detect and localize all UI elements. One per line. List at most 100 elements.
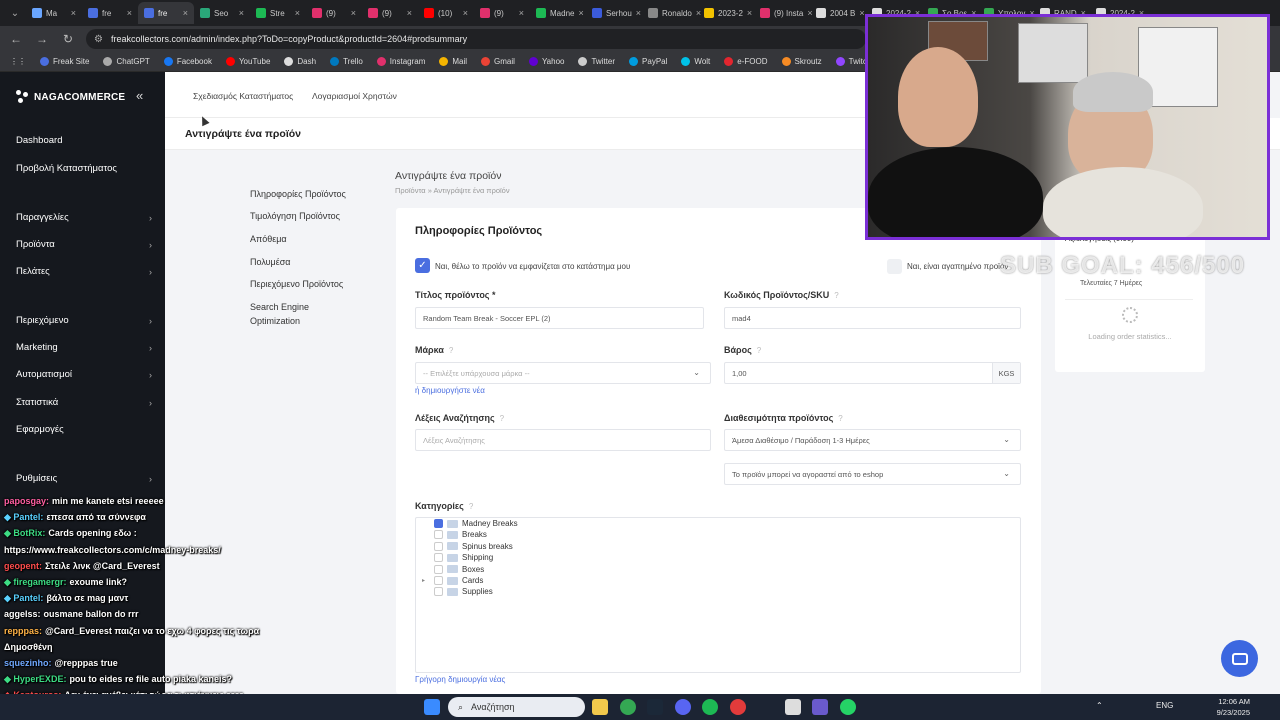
sidebar-item[interactable]: Marketing › bbox=[16, 342, 152, 353]
help-icon[interactable]: ? bbox=[500, 414, 504, 423]
sku-input[interactable]: mad4 bbox=[724, 307, 1021, 329]
obs-icon[interactable] bbox=[812, 699, 828, 715]
category-tree-item[interactable]: Supplies bbox=[422, 587, 493, 597]
create-brand-link[interactable]: ή δημιουργήστε νέα bbox=[415, 386, 485, 395]
sidebar-item[interactable]: Προβολή Καταστήματος bbox=[16, 163, 152, 174]
close-tab-icon[interactable]: × bbox=[578, 8, 583, 18]
browser-tab[interactable]: Serhou × bbox=[586, 2, 642, 24]
sidebar-item[interactable]: Περιεχόμενο › bbox=[16, 315, 152, 326]
back-icon[interactable]: ← bbox=[8, 32, 24, 46]
subnav-media[interactable]: Πολυμέσα bbox=[250, 255, 360, 269]
browser-tab[interactable]: (10) × bbox=[418, 2, 474, 24]
category-tree-item[interactable]: Breaks bbox=[422, 530, 487, 540]
favorite-checkbox[interactable] bbox=[887, 259, 902, 274]
sidebar-item[interactable]: Ρυθμίσεις › bbox=[16, 473, 152, 484]
file-explorer-icon[interactable] bbox=[592, 699, 608, 715]
close-tab-icon[interactable]: × bbox=[351, 8, 356, 18]
close-tab-icon[interactable]: × bbox=[407, 8, 412, 18]
subnav-pricing[interactable]: Τιμολόγηση Προϊόντος bbox=[250, 209, 360, 223]
brand-select[interactable]: -- Επιλέξτε υπάρχουσα μάρκα -- ⌄ bbox=[415, 362, 711, 384]
brand-logo[interactable]: NAGACOMMERCE bbox=[16, 90, 125, 104]
close-tab-icon[interactable]: × bbox=[747, 8, 752, 18]
close-tab-icon[interactable]: × bbox=[71, 8, 76, 18]
bookmark-item[interactable]: Dash bbox=[284, 57, 316, 66]
bookmark-item[interactable]: ChatGPT bbox=[103, 57, 150, 66]
apps-grid-icon[interactable]: ⋮⋮ bbox=[10, 57, 26, 66]
help-icon[interactable]: ? bbox=[834, 291, 838, 300]
windows-start-icon[interactable] bbox=[424, 699, 440, 715]
category-checkbox[interactable] bbox=[434, 576, 443, 585]
sidebar-item[interactable]: Πελάτες › bbox=[16, 266, 152, 277]
bookmark-item[interactable]: e-FOOD bbox=[724, 57, 768, 66]
site-info-icon[interactable]: ⚙ bbox=[94, 34, 103, 45]
browser-tab[interactable]: 2023-2 × bbox=[698, 2, 754, 24]
tray-chevron-icon[interactable]: ⌃ bbox=[1096, 701, 1103, 710]
bookmark-item[interactable]: Wolt bbox=[681, 57, 710, 66]
category-checkbox[interactable] bbox=[434, 564, 443, 574]
sidebar-item[interactable]: Dashboard bbox=[16, 135, 152, 146]
bookmark-item[interactable]: PayPal bbox=[629, 57, 667, 66]
browser-tab[interactable]: Madne × bbox=[530, 2, 586, 24]
topnav-user-accounts[interactable]: Λογαριασμοί Χρηστών bbox=[312, 91, 397, 101]
category-checkbox[interactable] bbox=[434, 587, 443, 597]
category-tree-item[interactable]: Spinus breaks bbox=[422, 541, 513, 551]
bookmark-item[interactable]: Mail bbox=[439, 57, 467, 66]
sidebar-item[interactable]: Παραγγελίες › bbox=[16, 212, 152, 223]
browser-tab[interactable]: fre × bbox=[138, 2, 194, 24]
taskbar-search[interactable]: ⌕ Αναζήτηση bbox=[448, 697, 585, 717]
browser-tab[interactable]: Ma × bbox=[26, 2, 82, 24]
category-checkbox[interactable] bbox=[434, 541, 443, 551]
app-icon[interactable] bbox=[730, 699, 746, 715]
bookmark-item[interactable]: Skroutz bbox=[781, 57, 822, 66]
browser-tab[interactable]: fre × bbox=[82, 2, 138, 24]
help-icon[interactable]: ? bbox=[469, 502, 473, 511]
bookmark-item[interactable]: Gmail bbox=[481, 57, 515, 66]
keywords-input[interactable]: Λέξεις Αναζήτησης bbox=[415, 429, 711, 451]
browser-tab[interactable]: (9) × bbox=[306, 2, 362, 24]
expand-icon[interactable]: ▸ bbox=[422, 577, 430, 584]
sidebar-item[interactable]: Στατιστικά › bbox=[16, 397, 152, 408]
purchasable-select[interactable]: Το προϊόν μπορεί να αγοραστεί από το esh… bbox=[724, 463, 1021, 485]
category-tree-item[interactable]: Madney Breaks bbox=[422, 519, 518, 528]
steam-icon[interactable] bbox=[647, 699, 663, 715]
subnav-seo[interactable]: Search Engine Optimization bbox=[250, 300, 330, 328]
availability-select[interactable]: Άμεσα Διαθέσιμο / Παράδοση 1-3 Ημέρες ⌄ bbox=[724, 429, 1021, 451]
chrome-icon[interactable] bbox=[620, 699, 636, 715]
subnav-stock[interactable]: Απόθεμα bbox=[250, 232, 360, 246]
bookmark-item[interactable]: Trello bbox=[330, 57, 363, 66]
taskbar-clock[interactable]: 12:06 AM 9/23/2025 bbox=[1200, 696, 1250, 718]
sidebar-item[interactable]: Εφαρμογές bbox=[16, 424, 152, 435]
url-field[interactable]: ⚙ freakcollectors.com/admin/index.php?To… bbox=[86, 29, 866, 49]
breadcrumb[interactable]: Προϊόντα » Αντιγράψτε ένα προϊόν bbox=[395, 186, 510, 195]
close-tab-icon[interactable]: × bbox=[183, 8, 188, 18]
visible-in-store-checkbox[interactable]: ✓ bbox=[415, 258, 430, 273]
close-tab-icon[interactable]: × bbox=[859, 8, 864, 18]
reload-icon[interactable]: ↻ bbox=[60, 32, 76, 46]
category-tree-item[interactable]: Boxes bbox=[422, 564, 484, 574]
bookmark-item[interactable]: Yahoo bbox=[528, 57, 564, 66]
spotify-icon[interactable] bbox=[702, 699, 718, 715]
browser-tab[interactable]: Seo × bbox=[194, 2, 250, 24]
bookmark-item[interactable]: Facebook bbox=[163, 57, 212, 66]
bookmark-item[interactable]: Twitter bbox=[578, 57, 615, 66]
help-icon[interactable]: ? bbox=[449, 346, 453, 355]
bookmark-item[interactable]: Freak Site bbox=[40, 57, 89, 66]
collapse-sidebar-icon[interactable]: « bbox=[136, 88, 143, 103]
language-indicator[interactable]: ENG bbox=[1156, 701, 1173, 710]
bookmark-item[interactable]: Instagram bbox=[376, 57, 425, 66]
category-checkbox[interactable] bbox=[434, 519, 443, 528]
sidebar-item[interactable]: Αυτοματισμοί › bbox=[16, 369, 152, 380]
category-checkbox[interactable] bbox=[434, 530, 443, 540]
close-tab-icon[interactable]: × bbox=[239, 8, 244, 18]
topnav-store-design[interactable]: Σχεδιασμός Καταστήματος bbox=[193, 91, 293, 101]
weight-input[interactable]: 1,00 KGS bbox=[724, 362, 1021, 384]
browser-tab[interactable]: 2004 B × bbox=[810, 2, 866, 24]
browser-tab[interactable]: (9) × bbox=[474, 2, 530, 24]
close-tab-icon[interactable]: × bbox=[463, 8, 468, 18]
close-tab-icon[interactable]: × bbox=[636, 8, 641, 18]
sidebar-item[interactable]: Προϊόντα › bbox=[16, 239, 152, 250]
category-tree-item[interactable]: ▸ Cards bbox=[422, 576, 483, 585]
discord-icon[interactable] bbox=[675, 699, 691, 715]
forward-icon[interactable]: → bbox=[34, 32, 50, 46]
close-tab-icon[interactable]: × bbox=[519, 8, 524, 18]
